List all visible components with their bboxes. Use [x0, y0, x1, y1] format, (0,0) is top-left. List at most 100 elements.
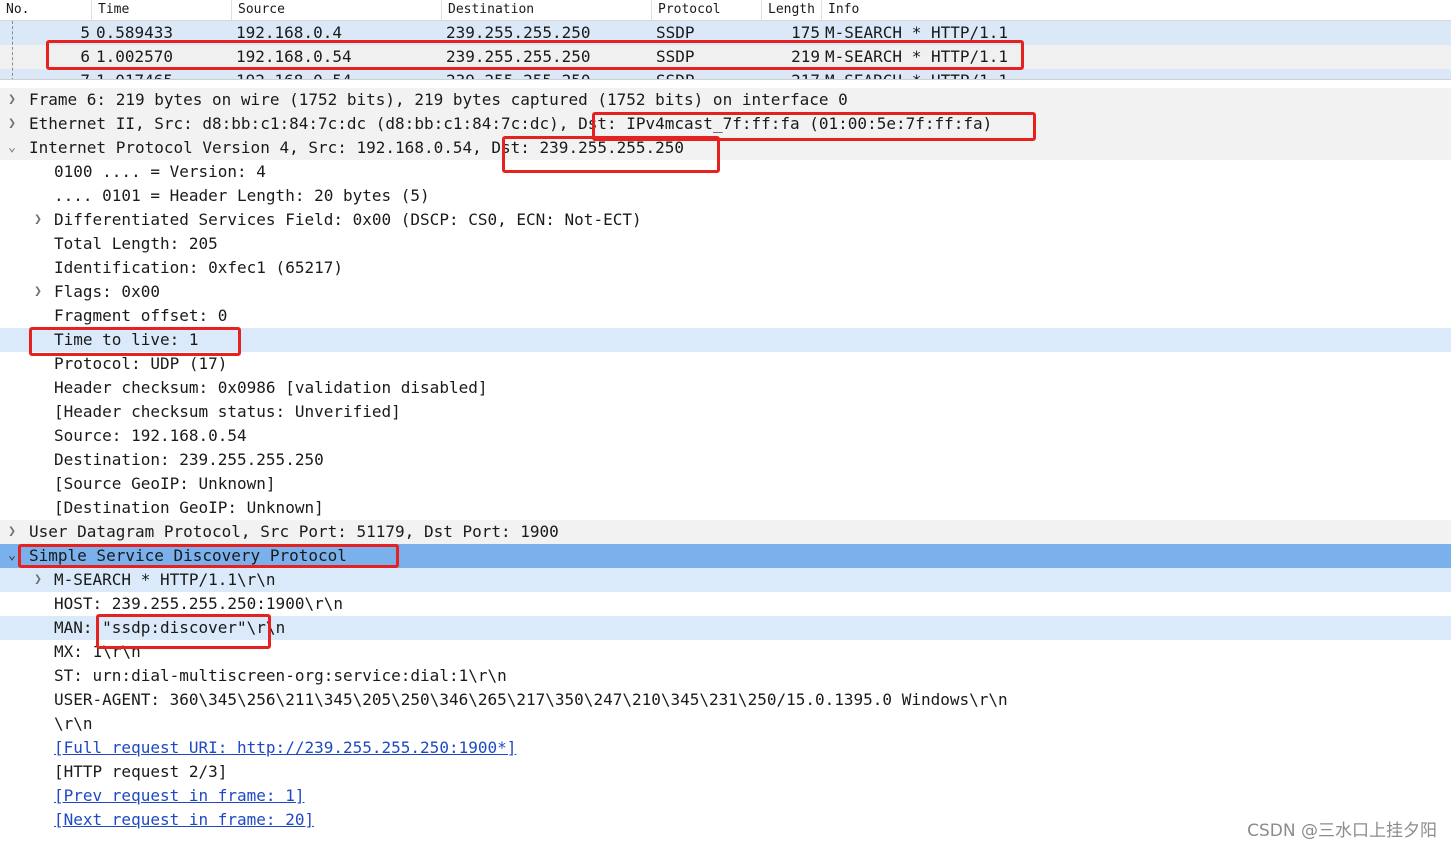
tree-item-label: ST: urn:dial-multiscreen-org:service:dia…: [54, 666, 507, 685]
tree-item-label: Identification: 0xfec1 (65217): [54, 258, 343, 277]
cell-length: 175: [791, 23, 820, 42]
tree-item-man[interactable]: MAN: "ssdp:discover"\r\n: [0, 616, 1451, 640]
tree-item-label: USER-AGENT: 360\345\256\211\345\205\250\…: [54, 690, 1008, 709]
tree-item-label: [Destination GeoIP: Unknown]: [54, 498, 324, 517]
cell-time: 0.589433: [96, 23, 174, 42]
cell-protocol: SSDP: [656, 23, 695, 42]
cell-destination: 239.255.255.250: [446, 23, 591, 42]
cell-source: 192.168.0.4: [236, 23, 342, 42]
tree-item-ttl[interactable]: Time to live: 1: [0, 328, 1451, 352]
tree-item-full-uri[interactable]: [Full request URI: http://239.255.255.25…: [0, 736, 1451, 760]
cell-protocol: SSDP: [656, 47, 695, 66]
ip-src-text: Internet Protocol Version 4, Src: 192.16…: [29, 138, 492, 157]
ethernet-src-text: Ethernet II, Src: d8:bb:c1:84:7c:dc (d8:…: [29, 114, 579, 133]
tree-item-fragment-offset[interactable]: Fragment offset: 0: [0, 304, 1451, 328]
tree-item-label: Destination: 239.255.255.250: [54, 450, 324, 469]
tree-item-label: Differentiated Services Field: 0x00 (DSC…: [54, 210, 642, 229]
column-header-source[interactable]: Source: [232, 0, 442, 20]
related-packets-line: [12, 21, 13, 80]
tree-item-total-length[interactable]: Total Length: 205: [0, 232, 1451, 256]
cell-info: M-SEARCH * HTTP/1.1: [825, 23, 1009, 42]
chevron-right-icon[interactable]: ❯: [5, 88, 19, 112]
tree-item-label: M-SEARCH * HTTP/1.1\r\n: [54, 570, 276, 589]
chevron-right-icon[interactable]: ❯: [31, 280, 45, 304]
full-request-uri-link[interactable]: [Full request URI: http://239.255.255.25…: [54, 736, 516, 760]
tree-item-protocol[interactable]: Protocol: UDP (17): [0, 352, 1451, 376]
cell-length: 219: [791, 47, 820, 66]
chevron-right-icon[interactable]: ❯: [5, 520, 19, 544]
chevron-right-icon[interactable]: ❯: [31, 208, 45, 232]
tree-item-user-agent[interactable]: USER-AGENT: 360\345\256\211\345\205\250\…: [0, 688, 1451, 712]
tree-item-host[interactable]: HOST: 239.255.255.250:1900\r\n: [0, 592, 1451, 616]
tree-item-label: Internet Protocol Version 4, Src: 192.16…: [29, 136, 684, 160]
tree-item-dst-geoip[interactable]: [Destination GeoIP: Unknown]: [0, 496, 1451, 520]
tree-item-label: \r\n: [54, 714, 93, 733]
column-header-length[interactable]: Length: [762, 0, 822, 20]
chevron-right-icon[interactable]: ❯: [31, 568, 45, 592]
packet-row-selected[interactable]: 6 1.002570 192.168.0.54 239.255.255.250 …: [0, 45, 1451, 69]
pane-divider: [0, 79, 1451, 80]
packet-list: No. Time Source Destination Protocol Len…: [0, 0, 1451, 80]
tree-item-label: [Header checksum status: Unverified]: [54, 402, 401, 421]
tree-item-crlf[interactable]: \r\n: [0, 712, 1451, 736]
tree-item-mx[interactable]: MX: 1\r\n: [0, 640, 1451, 664]
tree-item-label: 0100 .... = Version: 4: [54, 162, 266, 181]
tree-item-identification[interactable]: Identification: 0xfec1 (65217): [0, 256, 1451, 280]
tree-item-destination[interactable]: Destination: 239.255.255.250: [0, 448, 1451, 472]
tree-item-label: Time to live: 1: [54, 330, 199, 349]
tree-item-checksum-status[interactable]: [Header checksum status: Unverified]: [0, 400, 1451, 424]
tree-item-dsfield[interactable]: ❯ Differentiated Services Field: 0x00 (D…: [0, 208, 1451, 232]
tree-item-flags[interactable]: ❯ Flags: 0x00: [0, 280, 1451, 304]
tree-item-udp[interactable]: ❯ User Datagram Protocol, Src Port: 5117…: [0, 520, 1451, 544]
tree-item-version[interactable]: 0100 .... = Version: 4: [0, 160, 1451, 184]
tree-item-st[interactable]: ST: urn:dial-multiscreen-org:service:dia…: [0, 664, 1451, 688]
tree-item-request-line[interactable]: ❯ M-SEARCH * HTTP/1.1\r\n: [0, 568, 1451, 592]
man-value: "ssdp:discover"\r\n: [102, 618, 286, 637]
tree-item-label: Total Length: 205: [54, 234, 218, 253]
tree-item-label: Source: 192.168.0.54: [54, 426, 247, 445]
cell-destination: 239.255.255.250: [446, 47, 591, 66]
tree-item-label: Frame 6: 219 bytes on wire (1752 bits), …: [29, 90, 848, 109]
column-header-no[interactable]: No.: [0, 0, 92, 20]
chevron-down-icon[interactable]: ⌄: [5, 136, 19, 160]
tree-item-label: [HTTP request 2/3]: [54, 762, 228, 781]
cell-source: 192.168.0.54: [236, 47, 352, 66]
tree-item-label: User Datagram Protocol, Src Port: 51179,…: [29, 522, 559, 541]
chevron-right-icon[interactable]: ❯: [5, 112, 19, 136]
tree-item-label: .... 0101 = Header Length: 20 bytes (5): [54, 186, 430, 205]
ip-dst-text: Dst: 239.255.255.250: [491, 138, 685, 157]
cell-time: 1.002570: [96, 47, 174, 66]
tree-item-prev-request[interactable]: [Prev request in frame: 1]: [0, 784, 1451, 808]
chevron-down-icon[interactable]: ⌄: [5, 544, 19, 568]
packet-row[interactable]: 5 0.589433 192.168.0.4 239.255.255.250 S…: [0, 21, 1451, 45]
ethernet-dst-text: Dst: IPv4mcast_7f:ff:fa (01:00:5e:7f:ff:…: [578, 114, 993, 133]
column-header-destination[interactable]: Destination: [442, 0, 652, 20]
tree-item-next-request[interactable]: [Next request in frame: 20]: [0, 808, 1451, 832]
tree-item-src-geoip[interactable]: [Source GeoIP: Unknown]: [0, 472, 1451, 496]
column-header-protocol[interactable]: Protocol: [652, 0, 762, 20]
tree-item-label: [Source GeoIP: Unknown]: [54, 474, 276, 493]
tree-item-label: Fragment offset: 0: [54, 306, 228, 325]
cell-no: 5: [80, 23, 90, 42]
tree-item-label: MAN: "ssdp:discover"\r\n: [54, 616, 285, 640]
tree-item-header-length[interactable]: .... 0101 = Header Length: 20 bytes (5): [0, 184, 1451, 208]
tree-item-label: Header checksum: 0x0986 [validation disa…: [54, 378, 488, 397]
tree-item-ethernet[interactable]: ❯ Ethernet II, Src: d8:bb:c1:84:7c:dc (d…: [0, 112, 1451, 136]
tree-item-http-request[interactable]: [HTTP request 2/3]: [0, 760, 1451, 784]
cell-no: 6: [80, 47, 90, 66]
tree-item-ipv4[interactable]: ⌄ Internet Protocol Version 4, Src: 192.…: [0, 136, 1451, 160]
tree-item-label: Flags: 0x00: [54, 282, 160, 301]
tree-item-label: HOST: 239.255.255.250:1900\r\n: [54, 594, 343, 613]
tree-item-frame[interactable]: ❯ Frame 6: 219 bytes on wire (1752 bits)…: [0, 88, 1451, 112]
tree-item-source[interactable]: Source: 192.168.0.54: [0, 424, 1451, 448]
tree-item-ssdp[interactable]: ⌄ Simple Service Discovery Protocol: [0, 544, 1451, 568]
next-request-link[interactable]: [Next request in frame: 20]: [54, 808, 314, 832]
tree-item-label: Ethernet II, Src: d8:bb:c1:84:7c:dc (d8:…: [29, 112, 992, 136]
prev-request-link[interactable]: [Prev request in frame: 1]: [54, 784, 304, 808]
column-header-time[interactable]: Time: [92, 0, 232, 20]
man-label: MAN:: [54, 618, 103, 637]
packet-details-tree: ❯ Frame 6: 219 bytes on wire (1752 bits)…: [0, 88, 1451, 847]
cell-info: M-SEARCH * HTTP/1.1: [825, 47, 1009, 66]
column-header-info[interactable]: Info: [822, 0, 1451, 20]
tree-item-checksum[interactable]: Header checksum: 0x0986 [validation disa…: [0, 376, 1451, 400]
